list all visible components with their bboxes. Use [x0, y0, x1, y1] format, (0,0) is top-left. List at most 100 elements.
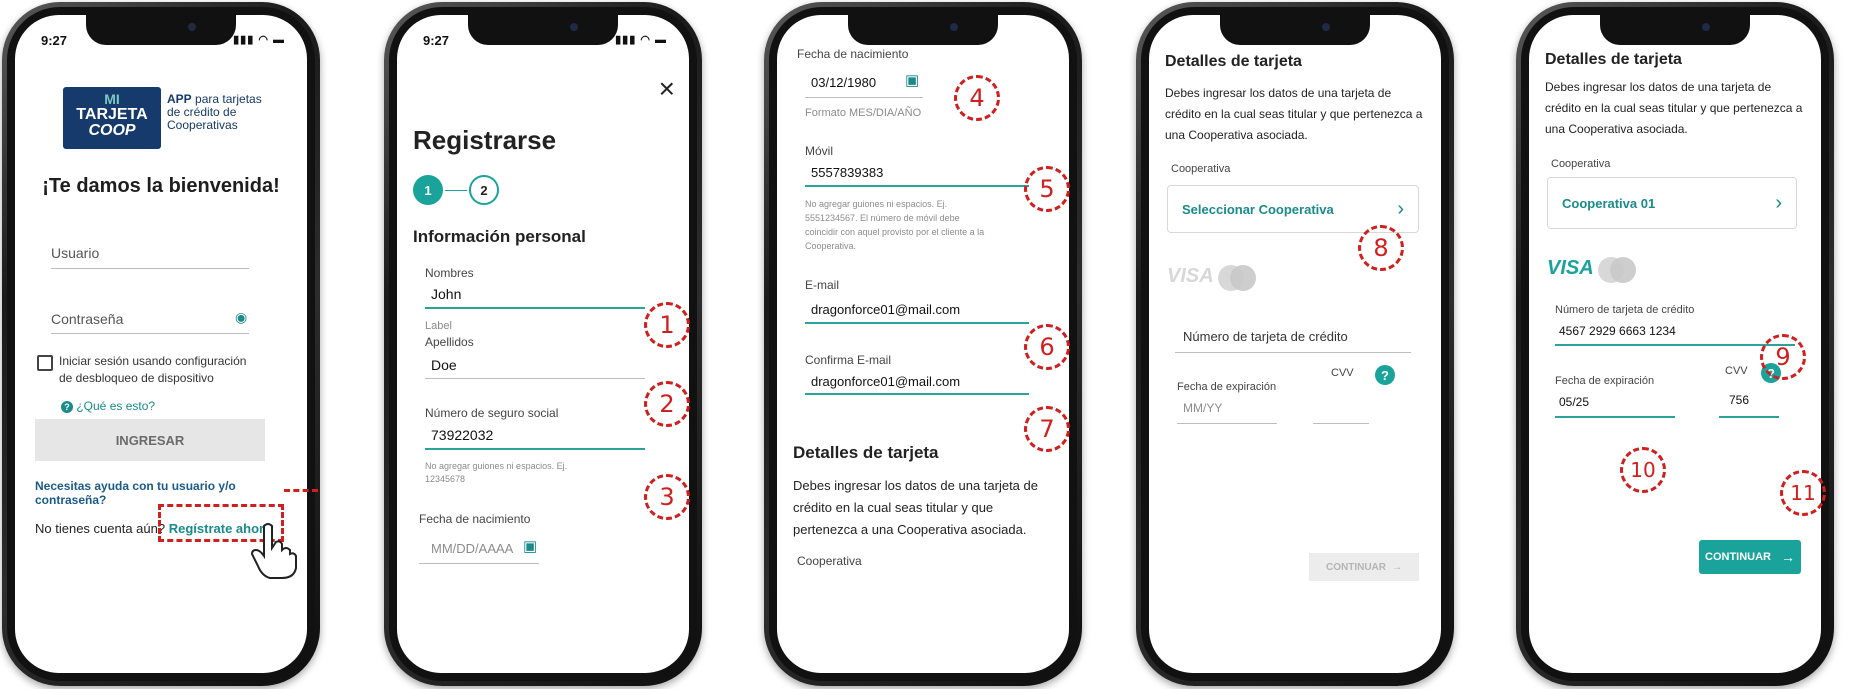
welcome-title: ¡Te damos la bienvenida! [42, 175, 280, 197]
visa-logo: VISA [1547, 257, 1594, 280]
eye-icon[interactable]: ◉ [235, 309, 247, 326]
ssn-input[interactable]: 73922032 [431, 427, 493, 443]
step-marker-8: 8 [1358, 225, 1404, 271]
continue-button[interactable]: CONTINUAR → [1309, 553, 1419, 581]
expiry-input[interactable]: 05/25 [1559, 395, 1589, 409]
card-number-input[interactable]: 4567 2929 6663 1234 [1559, 324, 1676, 338]
expiry-label: Fecha de expiración [1177, 381, 1277, 393]
help-circle-icon: ? [61, 401, 73, 413]
mastercard-logo [1218, 265, 1257, 291]
mobile-underline [805, 185, 1029, 187]
status-time: 9:27 [41, 33, 68, 48]
mobile-hint: No agregar guiones ni espacios. Ej. 5551… [805, 199, 985, 251]
phone-notch [1220, 15, 1370, 45]
help-link[interactable]: Necesitas ayuda con tu usuario y/o contr… [35, 479, 307, 507]
card-section-title: Detalles de tarjeta [793, 443, 939, 462]
phone-notch [1600, 15, 1750, 45]
names-input[interactable]: John [431, 286, 461, 302]
calendar-icon[interactable]: ▣ [523, 537, 537, 555]
mastercard-logo [1598, 257, 1637, 283]
logo-line1: MI [104, 91, 120, 107]
surname-label: Apellidos [425, 335, 474, 349]
cvv-underline [1719, 416, 1779, 418]
phone-login: 9:27 ▮▮▮ ◠ ▬ MI TARJETA COOP APP para ta… [2, 2, 320, 686]
step-marker-6: 6 [1024, 324, 1070, 370]
mobile-input[interactable]: 5557839383 [811, 165, 883, 180]
card-brands: VISA [1547, 257, 1637, 283]
phone-notch [468, 15, 618, 45]
birth-label: Fecha de nacimiento [419, 512, 531, 526]
ssn-label: Número de seguro social [425, 406, 559, 420]
step-marker-10: 10 [1620, 447, 1666, 493]
coop-select[interactable]: Cooperativa 01 › [1547, 177, 1797, 229]
cvv-input[interactable]: 756 [1729, 393, 1749, 407]
email-label: E-mail [805, 278, 840, 292]
coop-select-label: Seleccionar Cooperativa [1182, 201, 1334, 217]
step-marker-2: 2 [644, 381, 690, 427]
close-icon[interactable]: × [659, 73, 675, 105]
ssn-hint: No agregar guiones ni espacios. Ej. 1234… [425, 461, 568, 484]
card-text: Debes ingresar los datos de una tarjeta … [1545, 80, 1803, 136]
password-field[interactable]: Contraseña [51, 311, 123, 327]
card-text: Debes ingresar los datos de una tarjeta … [1165, 86, 1423, 142]
app-logo: MI TARJETA COOP [63, 87, 161, 149]
cvv-underline [1313, 423, 1369, 424]
step-marker-11: 11 [1780, 470, 1826, 516]
email-input[interactable]: dragonforce01@mail.com [811, 302, 960, 317]
step-marker-7: 7 [1024, 406, 1070, 452]
register-screen: 9:27 ▮▮▮ ◠ ▬ × Registrarse 1 2 Informaci… [397, 15, 689, 673]
continue-label: CONTINUAR [1326, 561, 1386, 573]
label-placeholder: Label [425, 320, 452, 332]
card-title: Detalles de tarjeta [1165, 53, 1302, 70]
coop-label: Cooperativa [1551, 158, 1611, 170]
phone-notch [86, 15, 236, 45]
surname-underline [425, 378, 645, 379]
card-title: Detalles de tarjeta [1545, 51, 1682, 68]
expiry-input[interactable]: MM/YY [1183, 401, 1222, 415]
birth-input[interactable]: 03/12/1980 [811, 75, 876, 90]
what-is-this-link[interactable]: ? ¿Qué es esto? [61, 399, 155, 413]
tagline-bold: APP [167, 92, 192, 106]
unlock-checkbox-label: Iniciar sesión usando configuración de d… [59, 354, 247, 385]
expiry-underline [1555, 416, 1675, 418]
status-time: 9:27 [423, 33, 450, 48]
signal-wifi-battery-icon: ▮▮▮ ◠ ▬ [233, 34, 285, 46]
birth-underline [419, 563, 539, 564]
phone-card-empty: Detalles de tarjeta Debes ingresar los d… [1136, 2, 1454, 686]
unlock-checkbox[interactable] [37, 355, 53, 371]
login-button[interactable]: INGRESAR [35, 419, 265, 461]
birth-input[interactable]: MM/DD/AAAA [431, 541, 513, 556]
confirm-email-input[interactable]: dragonforce01@mail.com [811, 374, 960, 389]
username-underline [51, 268, 249, 269]
logo-tagline: APP para tarjetas de crédito de Cooperat… [167, 93, 277, 132]
coop-label: Cooperativa [1171, 163, 1231, 175]
section-title: Información personal [413, 227, 586, 246]
surname-input[interactable]: Doe [431, 357, 457, 373]
calendar-icon[interactable]: ▣ [905, 71, 919, 89]
card-empty-screen: Detalles de tarjeta Debes ingresar los d… [1149, 15, 1441, 673]
cvv-label: CVV [1331, 367, 1354, 379]
what-is-this-label: ¿Qué es esto? [76, 399, 156, 413]
coop-value: Cooperativa 01 [1562, 195, 1656, 211]
signal-wifi-battery-icon: ▮▮▮ ◠ ▬ [615, 34, 667, 46]
continue-button[interactable]: CONTINUAR → [1699, 540, 1801, 574]
logo-line2: TARJETA [76, 106, 148, 123]
step-marker-5: 5 [1024, 166, 1070, 212]
card-number-input[interactable]: Número de tarjeta de crédito [1183, 329, 1348, 344]
logo-line3: COOP [88, 122, 136, 139]
arrow-right-icon: → [1392, 561, 1402, 573]
expiry-label: Fecha de expiración [1555, 375, 1655, 387]
phone-notch [848, 15, 998, 45]
card-number-underline [1175, 352, 1411, 353]
pointer-hand-icon [250, 520, 300, 580]
chevron-right-icon: › [1397, 197, 1404, 220]
ssn-underline [425, 448, 645, 450]
username-field[interactable]: Usuario [51, 245, 99, 261]
visa-logo: VISA [1167, 265, 1214, 288]
card-number-underline [1555, 344, 1795, 346]
mobile-label: Móvil [805, 144, 834, 158]
cvv-help-icon[interactable]: ? [1375, 365, 1395, 385]
card-section-text: Debes ingresar los datos de una tarjeta … [793, 478, 1038, 537]
email-underline [805, 322, 1029, 324]
arrow-right-icon: → [1781, 549, 1795, 565]
